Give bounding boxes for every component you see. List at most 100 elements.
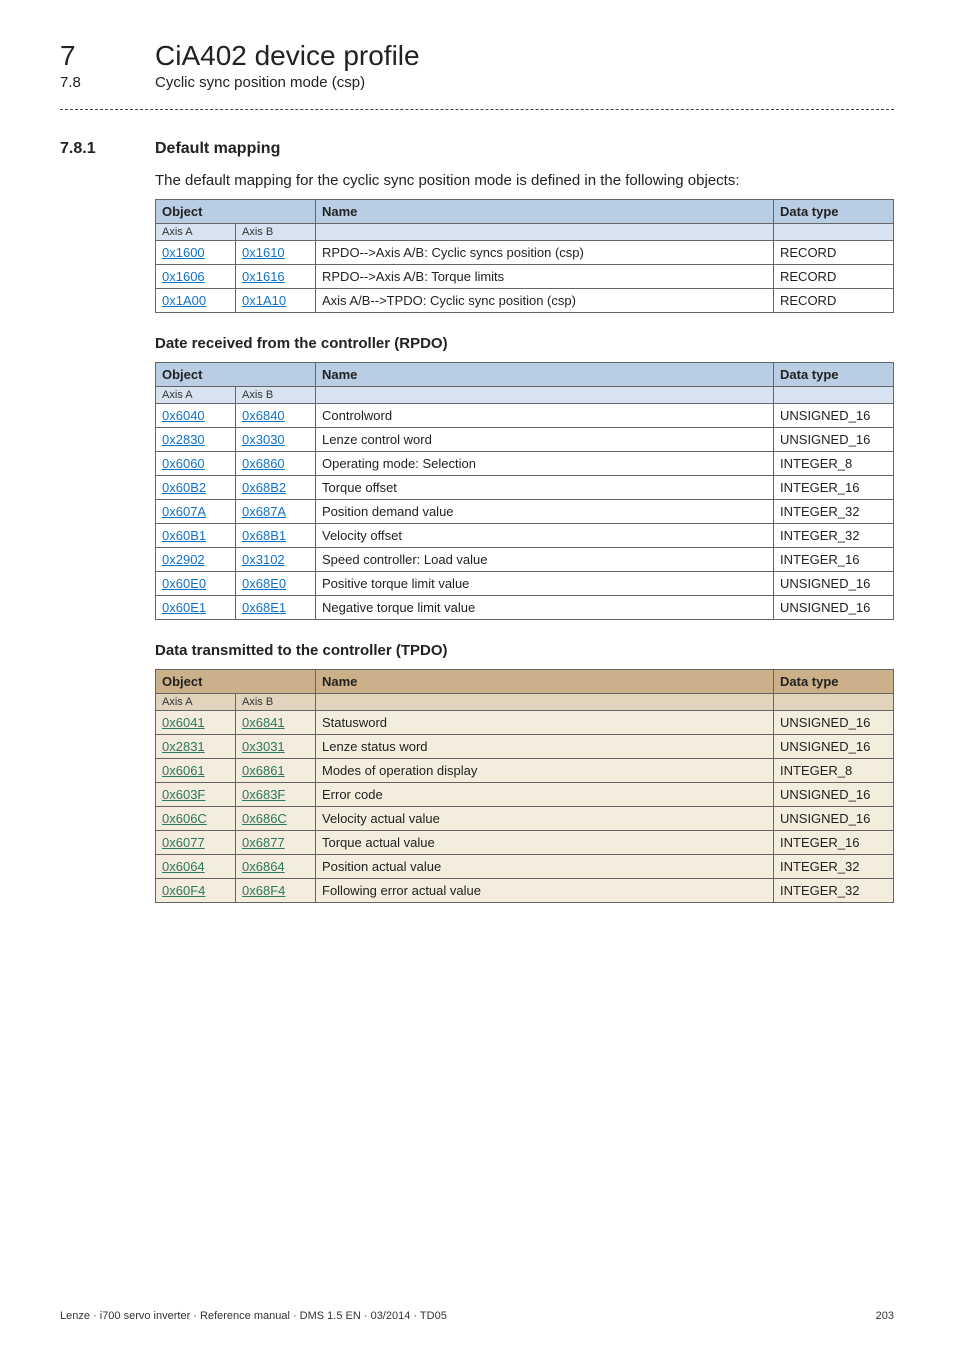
object-link-axis-b[interactable]: 0x1610 [242,245,285,260]
object-link-axis-a[interactable]: 0x603F [162,787,205,802]
object-name: Error code [316,783,774,807]
table-row: 0x60770x6877Torque actual valueINTEGER_1… [156,831,894,855]
object-link-axis-a[interactable]: 0x2902 [162,552,205,567]
data-type: INTEGER_32 [774,524,894,548]
object-link-axis-a[interactable]: 0x1606 [162,269,205,284]
object-link-axis-b[interactable]: 0x686C [242,811,287,826]
data-type: UNSIGNED_16 [774,428,894,452]
col-axis-a: Axis A [156,224,236,241]
col-object: Object [156,363,316,387]
object-link-axis-b[interactable]: 0x68F4 [242,883,285,898]
tpdo-table: Object Name Data type Axis A Axis B 0x60… [155,669,894,903]
col-axis-b: Axis B [236,694,316,711]
object-link-axis-a[interactable]: 0x606C [162,811,207,826]
subsection-number: 7.8 [60,74,155,91]
object-link-axis-b[interactable]: 0x68E0 [242,576,286,591]
object-name: Positive torque limit value [316,572,774,596]
object-link-axis-b[interactable]: 0x3102 [242,552,285,567]
object-link-axis-b[interactable]: 0x6841 [242,715,285,730]
object-link-axis-b[interactable]: 0x687A [242,504,286,519]
object-link-axis-a[interactable]: 0x6041 [162,715,205,730]
table-row: 0x29020x3102Speed controller: Load value… [156,548,894,572]
object-link-axis-a[interactable]: 0x60F4 [162,883,205,898]
table-row: 0x606C 0x686C Velocity actual valueUNSIGNE… [156,807,894,831]
data-type: UNSIGNED_16 [774,572,894,596]
footer-left: Lenze · i700 servo inverter · Reference … [60,1310,447,1322]
table-row: 0x60410x6841StatuswordUNSIGNED_16 [156,711,894,735]
table-row: 0x60E10x68E1Negative torque limit valueU… [156,596,894,620]
table-row: 0x60B2 0x68B2 Torque offsetINTEGER_16 [156,476,894,500]
object-link-axis-b[interactable]: 0x683F [242,787,285,802]
object-link-axis-b[interactable]: 0x6840 [242,408,285,423]
object-name: Following error actual value [316,879,774,903]
object-link-axis-b[interactable]: 0x3031 [242,739,285,754]
table-row: 0x1A00 0x1A10 Axis A/B-->TPDO: Cyclic sync… [156,289,894,313]
rpdo-table: Object Name Data type Axis A Axis B 0x60… [155,362,894,620]
object-link-axis-a[interactable]: 0x6060 [162,456,205,471]
object-name: Lenze control word [316,428,774,452]
object-link-axis-a[interactable]: 0x6040 [162,408,205,423]
table-row: 0x607A0x687APosition demand valueINTEGER… [156,500,894,524]
table-row: 0x60600x6860Operating mode: SelectionINT… [156,452,894,476]
object-link-axis-a[interactable]: 0x2831 [162,739,205,754]
object-link-axis-b[interactable]: 0x68B1 [242,528,286,543]
data-type: UNSIGNED_16 [774,807,894,831]
object-name: Controlword [316,404,774,428]
object-link-axis-a[interactable]: 0x60B2 [162,480,206,495]
table-row: 0x28310x3031Lenze status wordUNSIGNED_16 [156,735,894,759]
object-link-axis-a[interactable]: 0x60E1 [162,600,206,615]
table-row: 0x16060x1616RPDO-->Axis A/B: Torque limi… [156,265,894,289]
col-axis-b: Axis B [236,224,316,241]
section-title: Default mapping [155,140,280,158]
object-link-axis-a[interactable]: 0x6064 [162,859,205,874]
object-link-axis-a[interactable]: 0x6061 [162,763,205,778]
divider [60,109,894,110]
col-axis-a: Axis A [156,694,236,711]
intro-text: The default mapping for the cyclic sync … [155,172,894,189]
object-link-axis-b[interactable]: 0x6864 [242,859,285,874]
section-number: 7.8.1 [60,140,155,158]
object-link-axis-b[interactable]: 0x68E1 [242,600,286,615]
data-type: RECORD [774,241,894,265]
object-name: Lenze status word [316,735,774,759]
table-row: 0x2830 0x3030 Lenze control wordUNSIGNED_1… [156,428,894,452]
table-row: 0x60B10x68B1Velocity offsetINTEGER_32 [156,524,894,548]
object-link-axis-b[interactable]: 0x6861 [242,763,285,778]
data-type: INTEGER_16 [774,476,894,500]
col-datatype: Data type [774,670,894,694]
page-footer: Lenze · i700 servo inverter · Reference … [60,1310,894,1322]
object-link-axis-a[interactable]: 0x60E0 [162,576,206,591]
data-type: INTEGER_32 [774,879,894,903]
col-axis-b: Axis B [236,387,316,404]
data-type: RECORD [774,289,894,313]
object-link-axis-b[interactable]: 0x3030 [242,432,285,447]
footer-page-number: 203 [876,1310,894,1322]
data-type: UNSIGNED_16 [774,596,894,620]
object-link-axis-a[interactable]: 0x1A00 [162,293,206,308]
data-type: UNSIGNED_16 [774,404,894,428]
object-link-axis-b[interactable]: 0x1A10 [242,293,286,308]
object-name: Velocity actual value [316,807,774,831]
col-object: Object [156,670,316,694]
object-link-axis-a[interactable]: 0x607A [162,504,206,519]
col-axis-a: Axis A [156,387,236,404]
data-type: INTEGER_8 [774,759,894,783]
object-link-axis-b[interactable]: 0x68B2 [242,480,286,495]
col-object: Object [156,200,316,224]
chapter-number: 7 [60,40,155,72]
table-row: 0x60F4 0x68F4 Following error actual value… [156,879,894,903]
data-type: INTEGER_32 [774,855,894,879]
object-link-axis-b[interactable]: 0x1616 [242,269,285,284]
object-link-axis-a[interactable]: 0x2830 [162,432,205,447]
object-name: Position demand value [316,500,774,524]
object-name: Axis A/B-->TPDO: Cyclic sync position (c… [316,289,774,313]
data-type: INTEGER_8 [774,452,894,476]
col-name: Name [316,363,774,387]
object-name: Position actual value [316,855,774,879]
object-link-axis-a[interactable]: 0x1600 [162,245,205,260]
object-link-axis-a[interactable]: 0x60B1 [162,528,206,543]
object-link-axis-a[interactable]: 0x6077 [162,835,205,850]
object-link-axis-b[interactable]: 0x6877 [242,835,285,850]
object-link-axis-b[interactable]: 0x6860 [242,456,285,471]
object-name: Torque offset [316,476,774,500]
